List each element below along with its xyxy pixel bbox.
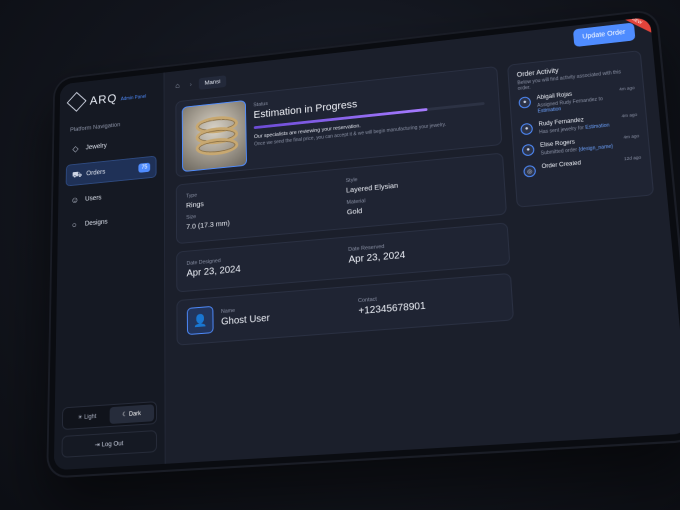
activity-time: 4m ago <box>618 85 635 92</box>
users-icon: ☺ <box>70 195 80 205</box>
order-details-column: Status Estimation in Progress Our specia… <box>175 65 515 346</box>
activity-user-icon: ● <box>520 122 534 136</box>
dark-label: Dark <box>128 411 141 418</box>
stage: ARQ Admin Panel Platform Navigation ◇ Je… <box>0 0 680 510</box>
activity-body: Elise Rogers Submitted order {design_nam… <box>540 135 618 157</box>
order-activity-card: Order Activity Below you will find activ… <box>507 50 655 208</box>
date-designed-field: Date Designed Apr 23, 2024 <box>186 245 329 285</box>
sidebar-item-label: Users <box>85 194 102 203</box>
light-theme-button[interactable]: ☀ Light <box>65 407 109 427</box>
status-info: Status Estimation in Progress Our specia… <box>253 74 487 163</box>
activity-user-icon: ● <box>521 143 535 157</box>
activity-link[interactable]: Estimation <box>537 106 561 114</box>
activity-link[interactable]: {design_name} <box>578 144 613 153</box>
tablet-frame: ARQ Admin Panel Platform Navigation ◇ Je… <box>46 8 680 479</box>
user-avatar-icon: 👤 <box>186 305 214 336</box>
dark-theme-button[interactable]: ☾ Dark <box>109 404 155 425</box>
sidebar-item-orders[interactable]: ⛟ Orders 75 <box>65 155 157 187</box>
main-content: ⌂ › Mansi Update Order NEW Status Estima <box>164 16 680 464</box>
sidebar-item-jewelry[interactable]: ◇ Jewelry <box>66 131 156 159</box>
activity-item: ● Elise Rogers Submitted order {design_n… <box>521 133 640 158</box>
logo: ARQ Admin Panel <box>66 84 157 112</box>
activity-time: 4m ago <box>621 112 638 119</box>
light-label: Light <box>84 414 97 421</box>
sidebar-item-label: Orders <box>86 168 106 177</box>
breadcrumb-current[interactable]: Mansi <box>199 74 226 90</box>
sidebar: ARQ Admin Panel Platform Navigation ◇ Je… <box>53 72 166 471</box>
activity-body: Abigail Rojas Assigned Rudy Fernandez to… <box>536 88 614 115</box>
cart-icon: ⛟ <box>71 169 83 180</box>
update-order-button[interactable]: Update Order <box>572 22 636 48</box>
nav-heading: Platform Navigation <box>69 121 121 134</box>
logo-subtitle: Admin Panel <box>120 94 147 103</box>
type-field: Type Rings Size 7.0 (17.3 mm) <box>186 176 328 236</box>
logout-label: Log Out <box>101 440 124 449</box>
app-screen: ARQ Admin Panel Platform Navigation ◇ Je… <box>53 16 680 471</box>
sidebar-item-label: Designs <box>84 218 108 228</box>
style-field: Style Layered Elysian Material Gold <box>345 160 495 222</box>
chevron-right-icon: › <box>189 81 192 88</box>
home-icon[interactable]: ⌂ <box>175 81 182 89</box>
date-reserved-field: Date Reserved Apr 23, 2024 <box>348 230 499 271</box>
activity-desc-text: Submitted order <box>540 147 578 157</box>
activity-item: ● Rudy Fernandez Has sent jewelry for Es… <box>520 112 638 137</box>
activity-name: Order Created <box>541 160 582 171</box>
logo-icon <box>66 91 87 112</box>
order-created-icon: ◎ <box>523 164 537 178</box>
jewelry-image <box>181 99 248 173</box>
ring-icon: ○ <box>71 219 77 230</box>
sidebar-item-users[interactable]: ☺ Users <box>65 183 156 211</box>
logout-button[interactable]: ⇥ Log Out <box>61 430 157 458</box>
activity-column: Order Activity Below you will find activ… <box>507 50 665 319</box>
activity-user-icon: ● <box>518 96 532 109</box>
activity-time: 12d ago <box>623 154 642 162</box>
activity-link[interactable]: Estimation <box>585 123 610 131</box>
activity-time: 4m ago <box>623 133 640 140</box>
customer-name-field: Name Ghost User <box>221 294 359 333</box>
activity-item: ◎ Order Created 12d ago <box>523 155 642 178</box>
activity-body: Rudy Fernandez Has sent jewelry for Esti… <box>538 114 616 135</box>
customer-contact-field: Contact +12345678901 <box>358 283 502 323</box>
activity-body: Order Created <box>541 157 618 176</box>
logo-text: ARQ <box>89 91 118 108</box>
orders-count-badge: 75 <box>138 162 151 173</box>
diamond-icon: ◇ <box>72 143 79 154</box>
content-columns: Status Estimation in Progress Our specia… <box>175 50 665 346</box>
sidebar-item-label: Jewelry <box>85 142 107 152</box>
sidebar-item-designs[interactable]: ○ Designs <box>65 208 157 236</box>
